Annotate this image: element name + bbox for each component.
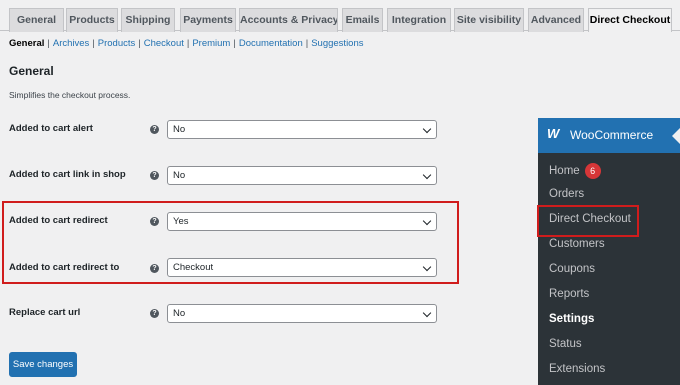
subnav-archives[interactable]: Archives — [53, 38, 89, 49]
tab-advanced[interactable]: Advanced — [528, 8, 584, 32]
select-value: No — [173, 308, 186, 319]
cart-link-select[interactable]: No — [167, 166, 437, 185]
tab-direct-checkout[interactable]: Direct Checkout — [588, 8, 672, 32]
select-value: No — [173, 170, 186, 181]
sub-navigation: General | Archives | Products | Checkout | Premi… — [9, 38, 364, 49]
subnav-documentation[interactable]: Documentation — [239, 38, 303, 49]
cart-alert-select[interactable]: No — [167, 120, 437, 139]
menu-item-orders[interactable]: Orders — [549, 188, 584, 200]
setting-label-cart-link: Added to cart link in shop — [9, 169, 126, 180]
subnav-products[interactable]: Products — [98, 38, 136, 49]
chevron-down-icon — [422, 308, 432, 318]
tab-payments[interactable]: Payments — [180, 8, 236, 32]
subnav-separator: | — [47, 38, 50, 49]
woocommerce-menu-title: WooCommerce — [570, 128, 654, 142]
tab-general[interactable]: General — [9, 8, 64, 32]
woocommerce-logo-icon: W — [547, 126, 560, 141]
subnav-premium[interactable]: Premium — [192, 38, 230, 49]
menu-item-status[interactable]: Status — [549, 338, 582, 350]
subnav-separator: | — [305, 38, 309, 49]
tab-shipping[interactable]: Shipping — [121, 8, 175, 32]
menu-item-home[interactable]: Home 6 — [549, 163, 601, 179]
subnav-current: General — [9, 38, 45, 49]
section-title: General — [9, 64, 54, 78]
save-changes-button[interactable]: Save changes — [9, 352, 77, 377]
subnav-separator: | — [92, 38, 95, 49]
settings-tabs: General Products Shipping Payments Accou… — [0, 0, 680, 32]
help-icon[interactable]: ? — [150, 309, 159, 318]
menu-item-customers[interactable]: Customers — [549, 238, 605, 250]
chevron-down-icon — [422, 170, 432, 180]
tab-emails[interactable]: Emails — [342, 8, 383, 32]
woocommerce-menu-header[interactable]: W WooCommerce — [538, 118, 680, 153]
subnav-separator: | — [138, 38, 141, 49]
current-menu-arrow-icon — [672, 128, 680, 144]
menu-item-coupons[interactable]: Coupons — [549, 263, 595, 275]
menu-item-extensions[interactable]: Extensions — [549, 363, 605, 375]
tab-accounts-privacy[interactable]: Accounts & Privacy — [239, 8, 338, 32]
subnav-suggestions[interactable]: Suggestions — [311, 38, 363, 49]
woocommerce-submenu: Home 6 Orders Direct Checkout Customers C… — [538, 153, 680, 385]
replace-cart-url-select[interactable]: No — [167, 304, 437, 323]
setting-label-cart-alert: Added to cart alert — [9, 123, 93, 134]
help-icon[interactable]: ? — [150, 171, 159, 180]
help-icon[interactable]: ? — [150, 125, 159, 134]
chevron-down-icon — [422, 124, 432, 134]
tab-integration[interactable]: Integration — [387, 8, 451, 32]
admin-menu: W WooCommerce Home 6 Orders Direct Checko… — [538, 118, 680, 385]
menu-item-reports[interactable]: Reports — [549, 288, 589, 300]
tab-products[interactable]: Products — [66, 8, 118, 32]
setting-label-replace-cart-url: Replace cart url — [9, 307, 81, 318]
highlight-box — [2, 201, 459, 284]
highlight-box — [537, 205, 639, 237]
menu-item-settings[interactable]: Settings — [549, 313, 594, 325]
notification-badge: 6 — [584, 163, 601, 179]
section-description: Simplifies the checkout process. — [9, 90, 131, 100]
subnav-checkout[interactable]: Checkout — [144, 38, 184, 49]
subnav-separator: | — [186, 38, 190, 49]
subnav-separator: | — [233, 38, 236, 49]
menu-item-label: Home — [549, 165, 580, 178]
tab-site-visibility[interactable]: Site visibility — [454, 8, 524, 32]
select-value: No — [173, 124, 186, 135]
